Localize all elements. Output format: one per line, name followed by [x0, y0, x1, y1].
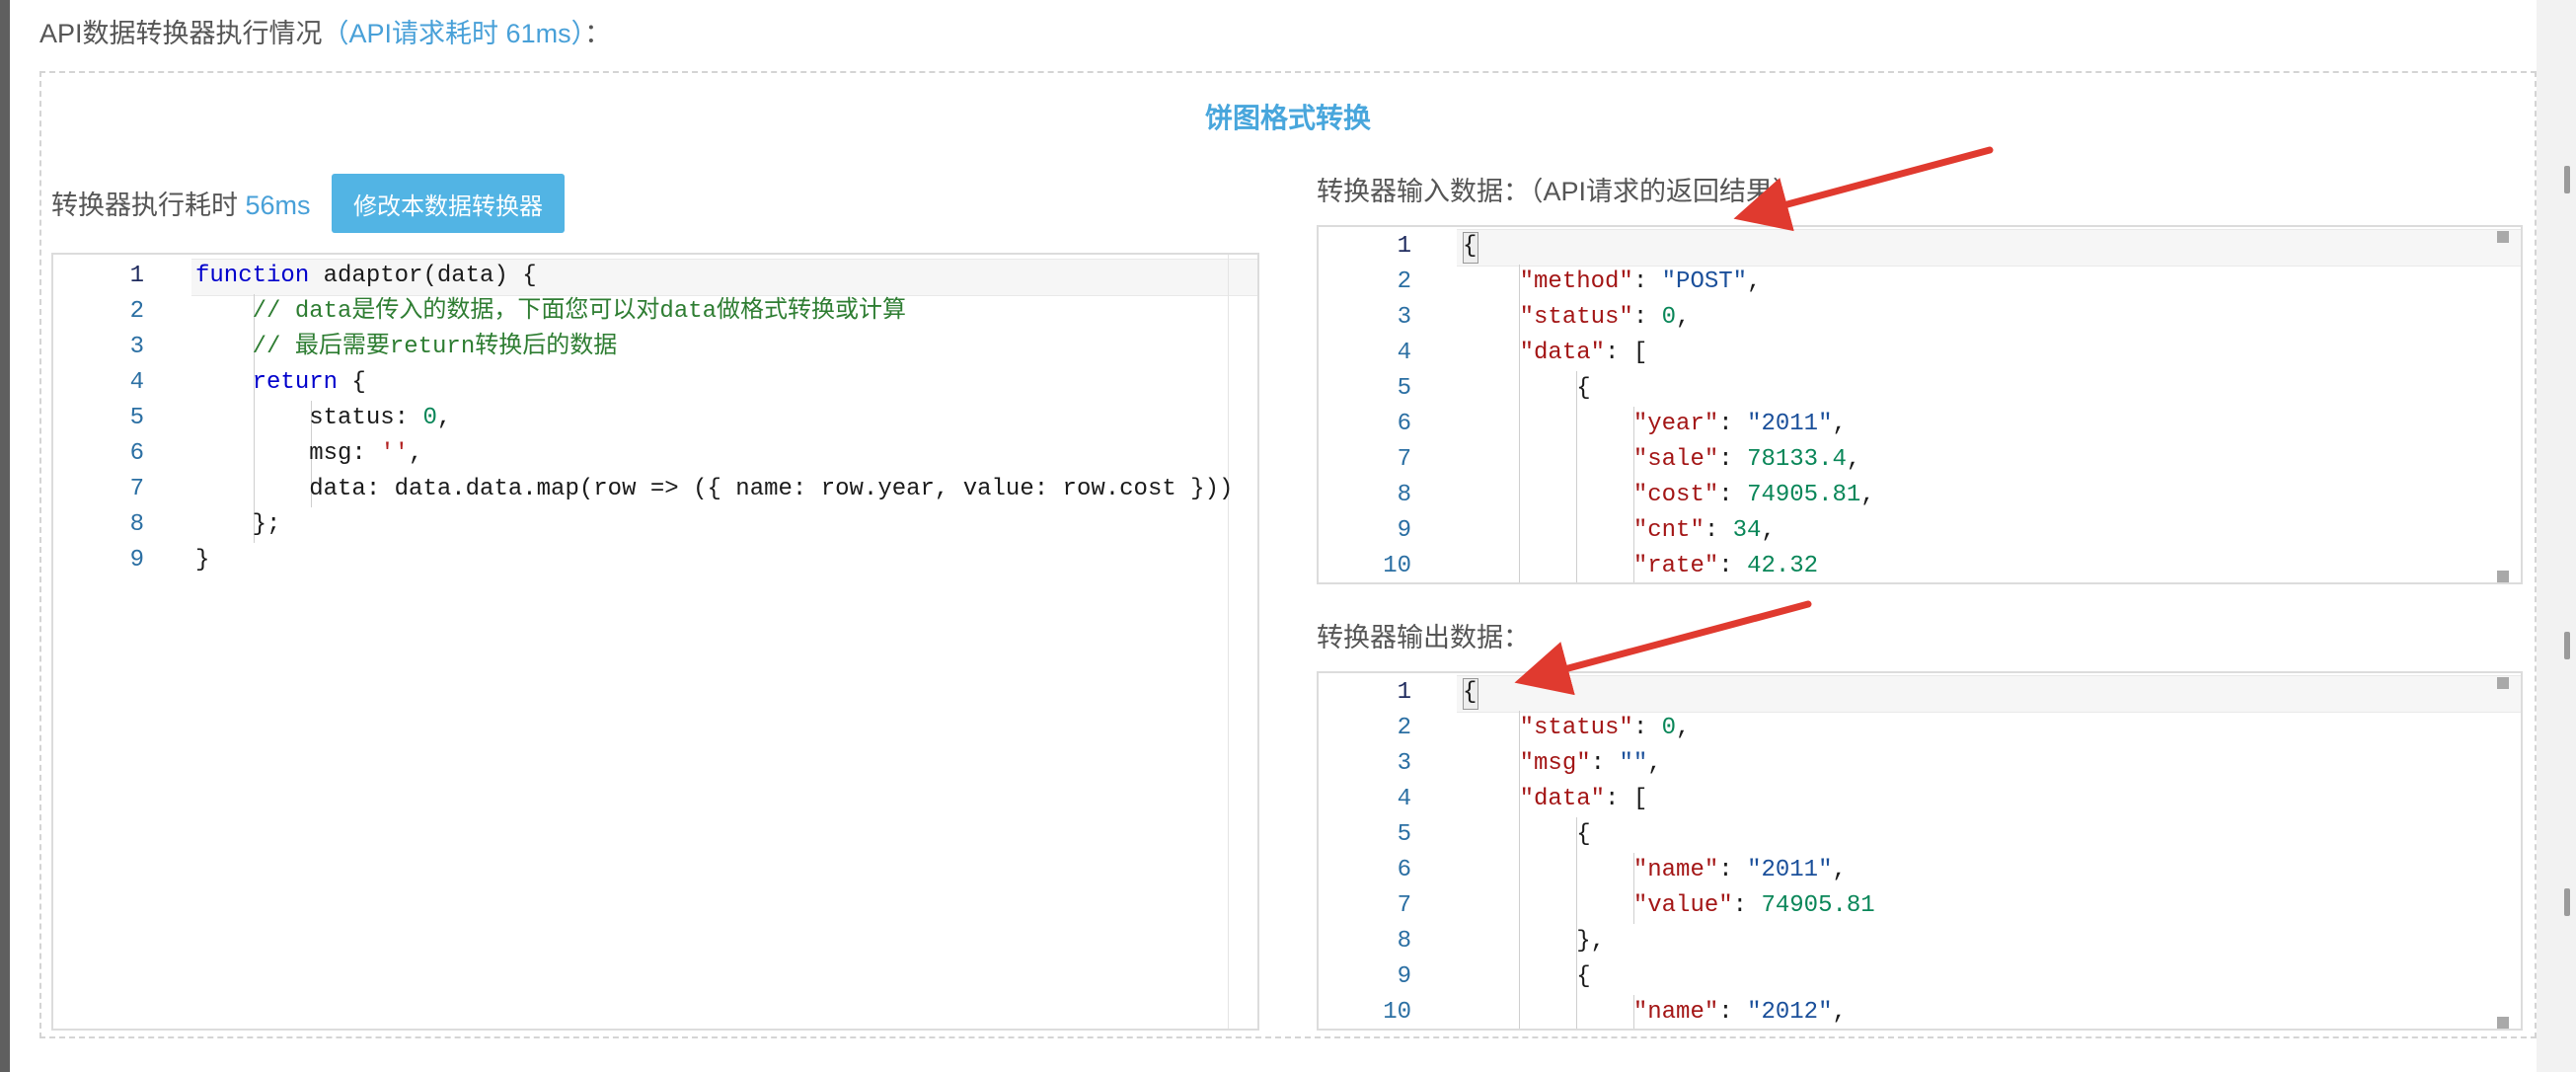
- line-number: 6: [1397, 857, 1411, 883]
- code-line: };: [195, 511, 281, 538]
- line-number: 6: [129, 440, 144, 467]
- line-number: 6: [1397, 411, 1411, 437]
- background-strip: [2537, 0, 2576, 1072]
- scrollbar-top-marker[interactable]: [2497, 231, 2509, 243]
- code-line: msg: '',: [195, 440, 423, 467]
- code-line: status: 0,: [195, 405, 452, 431]
- code-line: "name": "2012",: [1632, 999, 1847, 1026]
- scroll-indicator: [2564, 166, 2570, 193]
- code-line: {: [1463, 963, 1591, 990]
- active-line: [1457, 675, 2521, 713]
- line-number: 9: [1397, 517, 1411, 544]
- line-number: 5: [1397, 375, 1411, 402]
- input-data-label: 转换器输入数据：（API请求的返回结果）: [1317, 177, 1800, 206]
- code-line: "cnt": 34,: [1632, 517, 1776, 544]
- scroll-indicator: [2564, 632, 2570, 659]
- code-line: {: [1463, 821, 1591, 848]
- scrollbar-bottom-marker[interactable]: [2497, 571, 2509, 582]
- code-line: "name": "2011",: [1632, 857, 1847, 883]
- line-number: 9: [1397, 963, 1411, 990]
- line-number: 8: [1397, 482, 1411, 508]
- code-line: "cost": 74905.81,: [1632, 482, 1875, 508]
- line-number: 7: [1397, 446, 1411, 473]
- code-line: data: data.data.map(row => ({ name: row.…: [195, 476, 1234, 502]
- scrollbar-bottom-marker[interactable]: [2497, 1017, 2509, 1029]
- line-number: 1: [129, 263, 144, 289]
- code-line: {: [1463, 679, 1477, 706]
- code-line: "year": "2011",: [1632, 411, 1847, 437]
- code-line: "sale": 78133.4,: [1632, 446, 1861, 473]
- header-title-text: API数据转换器执行情况: [39, 19, 323, 48]
- line-number: 9: [129, 547, 144, 574]
- line-number: 8: [1397, 928, 1411, 955]
- exec-time: 56ms: [245, 191, 311, 220]
- code-line: "data": [: [1519, 786, 1648, 812]
- code-line: {: [1463, 375, 1591, 402]
- line-number: 4: [129, 369, 144, 396]
- line-number: 1: [1397, 233, 1411, 260]
- code-line: },: [1463, 928, 1606, 955]
- line-number: 8: [129, 511, 144, 538]
- line-number: 7: [129, 476, 144, 502]
- code-line: "data": [: [1519, 340, 1648, 366]
- execution-header: API数据转换器执行情况（API请求耗时 61ms）：: [39, 14, 611, 53]
- line-number: 2: [129, 298, 144, 325]
- line-number: 4: [1397, 340, 1411, 366]
- line-number: 1: [1397, 679, 1411, 706]
- output-data-label: 转换器输出数据：: [1317, 623, 1530, 652]
- line-number: 2: [1397, 715, 1411, 741]
- line-number: 5: [1397, 821, 1411, 848]
- line-number: 3: [1397, 750, 1411, 777]
- code-line: // data是传入的数据，下面您可以对data做格式转换或计算: [252, 298, 907, 325]
- editor-ruler: [1228, 255, 1229, 1029]
- code-line: function adaptor(data) {: [195, 263, 537, 289]
- code-line: "status": 0,: [1519, 304, 1691, 331]
- line-number: 4: [1397, 786, 1411, 812]
- panel-title: 饼图格式转换: [1204, 103, 1371, 133]
- header-suffix: ：: [584, 19, 612, 48]
- code-line: "value": 74905.81: [1632, 892, 1875, 919]
- api-timing: （API请求耗时 61ms）: [322, 19, 585, 48]
- code-line: return {: [252, 369, 366, 396]
- exec-time-label: 转换器执行耗时 56ms: [51, 184, 311, 222]
- line-number: 3: [129, 334, 144, 360]
- code-line: "method": "POST",: [1519, 268, 1762, 295]
- active-line: [1457, 229, 2521, 267]
- scrollbar-top-marker[interactable]: [2497, 677, 2509, 689]
- line-number: 10: [1383, 999, 1411, 1026]
- code-line: "rate": 42.32: [1632, 553, 1819, 579]
- converter-code-editor[interactable]: 1 function adaptor(data) { 2 // data是传入的数据…: [51, 253, 1259, 1031]
- line-number: 10: [1383, 553, 1411, 579]
- line-number: 7: [1397, 892, 1411, 919]
- code-line: "status": 0,: [1519, 715, 1691, 741]
- code-line: // 最后需要return转换后的数据: [252, 334, 618, 360]
- code-line: "msg": "",: [1519, 750, 1662, 777]
- code-line: {: [1463, 233, 1477, 260]
- line-number: 2: [1397, 268, 1411, 295]
- exec-label-text: 转换器执行耗时: [51, 191, 238, 220]
- input-json-editor[interactable]: 1 {2 "method": "POST", 3 "status": 0, 4 "da…: [1317, 225, 2523, 584]
- line-number: 5: [129, 405, 144, 431]
- output-json-editor[interactable]: 1 {2 "status": 0, 3 "msg": "", 4 "data": [ 5…: [1317, 671, 2523, 1031]
- code-line: }: [195, 547, 210, 574]
- scroll-indicator: [2564, 888, 2570, 916]
- edit-converter-button[interactable]: 修改本数据转换器: [332, 174, 565, 233]
- line-number: 3: [1397, 304, 1411, 331]
